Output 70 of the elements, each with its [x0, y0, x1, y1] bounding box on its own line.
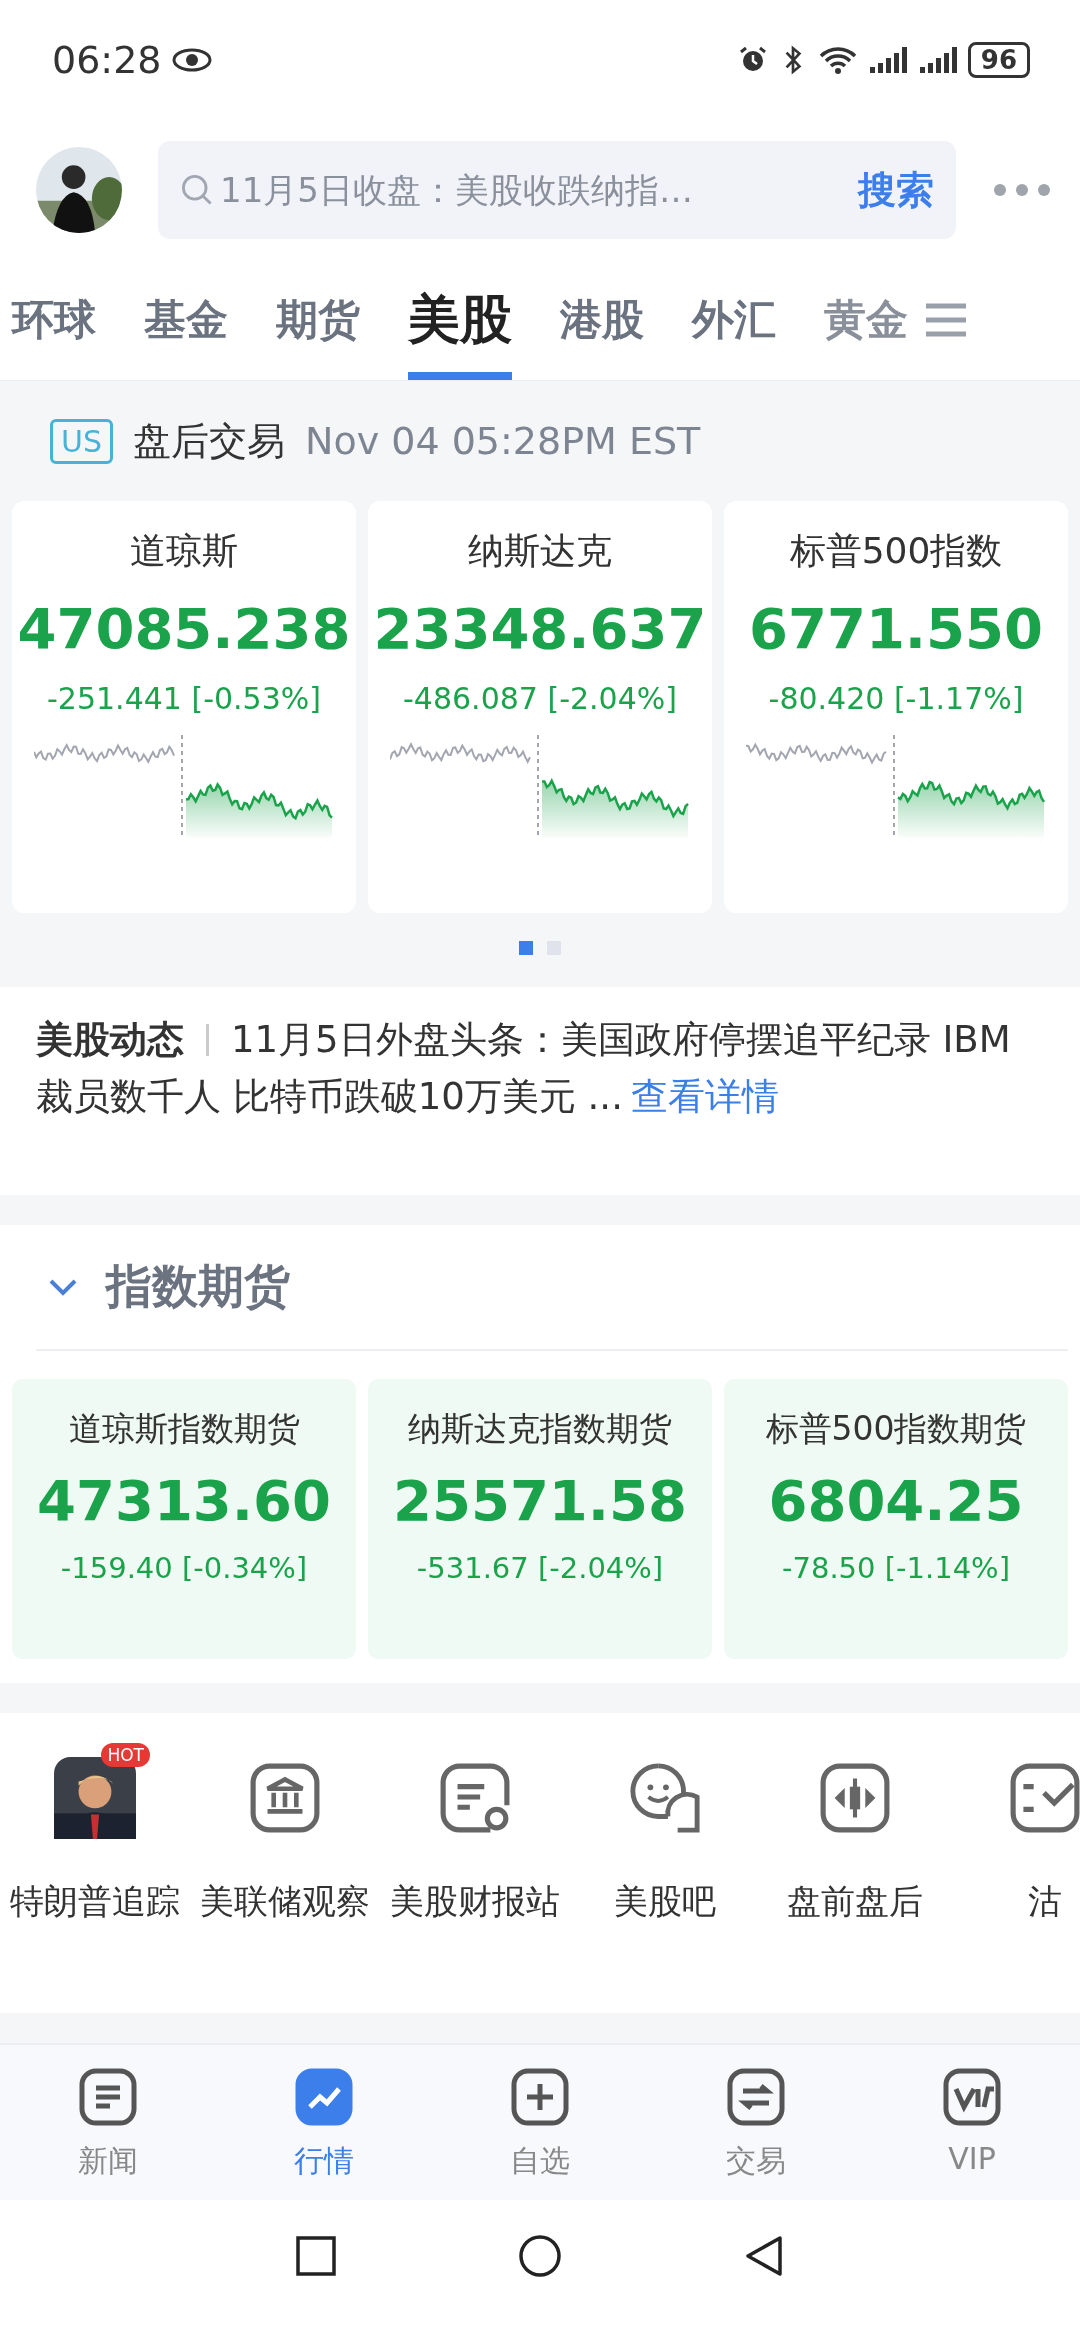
- shortcut-label[interactable]: 沽: [1028, 1879, 1062, 1925]
- chat-icon[interactable]: [629, 1762, 701, 1834]
- index-name: 纳斯达克: [468, 529, 612, 573]
- futures-change: -531.67 [-2.04%]: [416, 1551, 664, 1585]
- market-tab[interactable]: 港股: [560, 260, 644, 380]
- signal-icon: [917, 44, 958, 76]
- index-change: -251.441 [-0.53%]: [47, 681, 321, 716]
- index-change: -80.420 [-1.17%]: [768, 681, 1024, 716]
- signal-icon: [867, 44, 908, 76]
- vip-icon: [942, 2067, 1002, 2127]
- shortcut-label[interactable]: 特朗普追踪: [10, 1879, 180, 1925]
- futures-name: 标普500指数期货: [765, 1408, 1027, 1450]
- market-tab[interactable]: 基金: [144, 260, 228, 380]
- shortcut-label[interactable]: 盘前盘后: [787, 1879, 923, 1925]
- market-tab[interactable]: 外汇: [692, 260, 776, 380]
- shortcut-label[interactable]: 美联储观察: [200, 1879, 370, 1925]
- index-card[interactable]: 纳斯达克 23348.637 -486.087 [-2.04%]: [368, 501, 712, 913]
- futures-value: 6804.25: [768, 1468, 1024, 1533]
- bank-icon[interactable]: [249, 1762, 321, 1834]
- index-name: 标普500指数: [789, 529, 1003, 573]
- news-icon: [78, 2067, 138, 2127]
- home-icon[interactable]: [518, 2233, 562, 2278]
- nav-tab[interactable]: 行情: [216, 2045, 432, 2200]
- futures-value: 25571.58: [393, 1468, 687, 1533]
- details-link[interactable]: 查看详情: [630, 1075, 779, 1118]
- search-button[interactable]: 搜索: [858, 164, 934, 216]
- market-tab[interactable]: 黄金: [824, 260, 908, 380]
- nav-tab[interactable]: VIP: [864, 2045, 1080, 2200]
- list-icon[interactable]: [1009, 1762, 1080, 1834]
- futures-value: 47313.60: [37, 1468, 331, 1533]
- search-field[interactable]: 11月5日收盘：美股收跌纳指… 搜索: [158, 141, 956, 239]
- nav-tab[interactable]: 交易: [648, 2045, 864, 2200]
- recents-icon[interactable]: [294, 2233, 338, 2278]
- market-tab[interactable]: 期货: [276, 260, 360, 380]
- chevron-icon[interactable]: [48, 1277, 78, 1297]
- section-title: 指数期货: [106, 1258, 290, 1315]
- report-icon[interactable]: [439, 1762, 511, 1834]
- market-badge: US: [50, 418, 113, 464]
- exchange-icon: [726, 2067, 786, 2127]
- nav-tab[interactable]: 新闻: [0, 2045, 216, 2200]
- session-time: Nov 04 05:28PM EST: [305, 419, 701, 463]
- eye-icon: [171, 48, 212, 72]
- status-time: 06:28: [52, 38, 162, 82]
- futures-change: -78.50 [-1.14%]: [782, 1551, 1010, 1585]
- index-card[interactable]: 标普500指数 6771.550 -80.420 [-1.17%]: [724, 501, 1068, 913]
- market-tab[interactable]: 环球: [12, 260, 96, 380]
- hot-badge: HOT: [101, 1743, 150, 1767]
- index-value: 47085.238: [17, 596, 351, 661]
- wifi-icon: [817, 44, 858, 76]
- search-icon: [180, 173, 214, 207]
- index-value: 6771.550: [749, 596, 1043, 661]
- menu-icon[interactable]: [924, 302, 968, 338]
- nav-tab[interactable]: 自选: [432, 2045, 648, 2200]
- session-label: 盘后交易: [133, 417, 285, 465]
- futures-name: 纳斯达克指数期货: [408, 1408, 672, 1450]
- futures-card[interactable]: 道琼斯指数期货 47313.60 -159.40 [-0.34%]: [12, 1379, 356, 1659]
- futures-card[interactable]: 标普500指数期货 6804.25 -78.50 [-1.14%]: [724, 1379, 1068, 1659]
- index-name: 道琼斯: [130, 529, 238, 573]
- shortcut-label[interactable]: 美股吧: [614, 1879, 716, 1925]
- futures-card[interactable]: 纳斯达克指数期货 25571.58 -531.67 [-2.04%]: [368, 1379, 712, 1659]
- index-card[interactable]: 道琼斯 47085.238 -251.441 [-0.53%]: [12, 501, 356, 913]
- shortcut-label[interactable]: 美股财报站: [390, 1879, 560, 1925]
- candlestick-icon[interactable]: [819, 1762, 891, 1834]
- battery-indicator: 96: [967, 42, 1030, 78]
- add-icon: [510, 2067, 570, 2127]
- index-value: 23348.637: [373, 596, 707, 661]
- futures-name: 道琼斯指数期货: [68, 1408, 300, 1450]
- trend-chart-icon: [294, 2067, 354, 2127]
- futures-change: -159.40 [-0.34%]: [60, 1551, 308, 1585]
- index-change: -486.087 [-2.04%]: [403, 681, 677, 716]
